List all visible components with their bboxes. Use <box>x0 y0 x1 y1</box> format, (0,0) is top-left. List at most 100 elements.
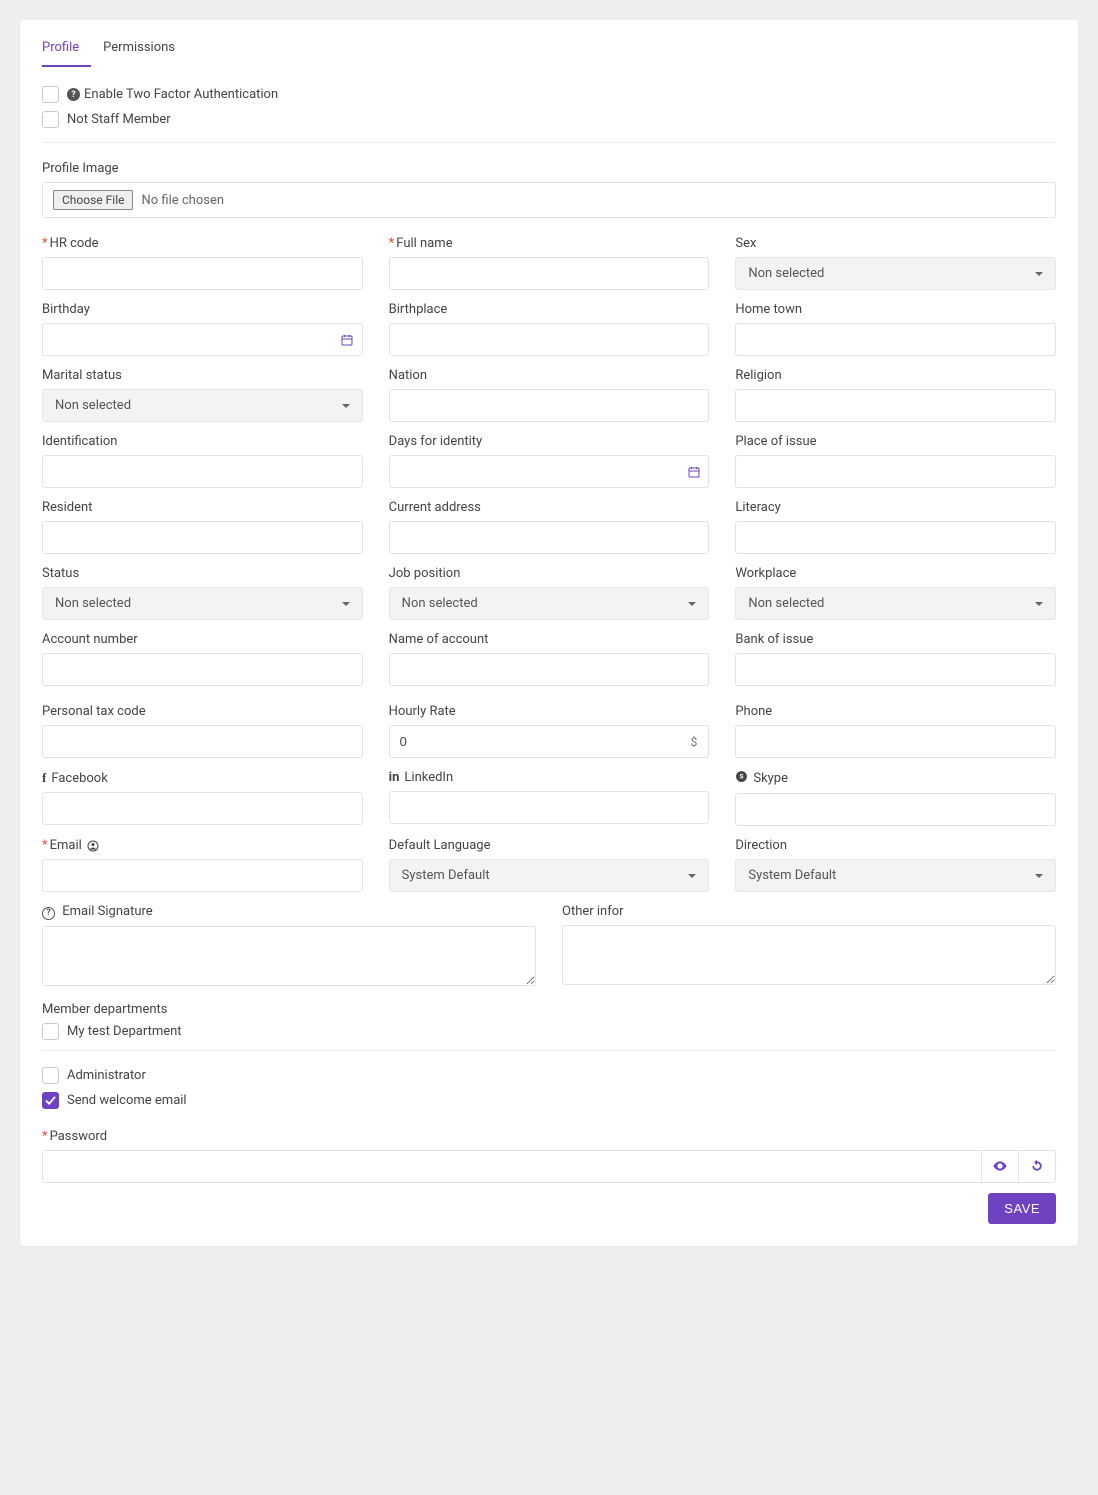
show-password-button[interactable] <box>982 1150 1019 1183</box>
place-issue-input[interactable] <box>735 455 1056 488</box>
not-staff-label: Not Staff Member <box>67 112 171 127</box>
twofa-checkbox[interactable] <box>42 86 59 103</box>
chevron-down-icon <box>1035 602 1043 606</box>
workplace-label: Workplace <box>735 566 1056 581</box>
chevron-down-icon <box>688 602 696 606</box>
workplace-select[interactable]: Non selected <box>735 587 1056 620</box>
place-issue-label: Place of issue <box>735 434 1056 449</box>
calendar-icon[interactable] <box>333 323 363 356</box>
hourly-rate-input[interactable] <box>389 725 680 758</box>
sex-select[interactable]: Non selected <box>735 257 1056 290</box>
currency-addon: $ <box>680 725 710 758</box>
skype-icon: S <box>735 770 748 787</box>
birthday-input[interactable] <box>42 323 333 356</box>
sex-label: Sex <box>735 236 1056 251</box>
tab-permissions[interactable]: Permissions <box>91 40 187 67</box>
help-icon: ? <box>67 88 80 101</box>
chevron-down-icon <box>1035 874 1043 878</box>
skype-input[interactable] <box>735 793 1056 826</box>
days-identity-input[interactable] <box>389 455 680 488</box>
twofa-label: Enable Two Factor Authentication <box>84 87 278 102</box>
department-label: My test Department <box>67 1024 182 1039</box>
refresh-icon <box>1030 1159 1044 1173</box>
job-position-select[interactable]: Non selected <box>389 587 710 620</box>
default-language-select[interactable]: System Default <box>389 859 710 892</box>
hr-code-label: *HR code <box>42 236 363 251</box>
tab-profile[interactable]: Profile <box>42 40 91 67</box>
not-staff-checkbox[interactable] <box>42 111 59 128</box>
literacy-input[interactable] <box>735 521 1056 554</box>
job-position-label: Job position <box>389 566 710 581</box>
divider <box>42 142 1056 143</box>
email-label: *Email <box>42 838 363 853</box>
eye-icon <box>992 1158 1008 1174</box>
divider <box>42 1050 1056 1051</box>
account-number-label: Account number <box>42 632 363 647</box>
welcome-email-label: Send welcome email <box>67 1093 187 1108</box>
administrator-checkbox[interactable] <box>42 1067 59 1084</box>
status-select[interactable]: Non selected <box>42 587 363 620</box>
password-input[interactable] <box>42 1150 982 1183</box>
member-departments-label: Member departments <box>42 1002 1056 1017</box>
identification-input[interactable] <box>42 455 363 488</box>
nation-label: Nation <box>389 368 710 383</box>
religion-input[interactable] <box>735 389 1056 422</box>
linkedin-icon: in <box>389 770 400 785</box>
account-name-input[interactable] <box>389 653 710 686</box>
full-name-input[interactable] <box>389 257 710 290</box>
resident-input[interactable] <box>42 521 363 554</box>
chevron-down-icon <box>342 602 350 606</box>
full-name-label: *Full name <box>389 236 710 251</box>
default-language-label: Default Language <box>389 838 710 853</box>
profile-panel: Profile Permissions ? Enable Two Factor … <box>20 20 1078 1246</box>
status-label: Status <box>42 566 363 581</box>
phone-input[interactable] <box>735 725 1056 758</box>
direction-select[interactable]: System Default <box>735 859 1056 892</box>
help-icon: ? <box>42 907 55 920</box>
nation-input[interactable] <box>389 389 710 422</box>
phone-label: Phone <box>735 704 1056 719</box>
home-town-label: Home town <box>735 302 1056 317</box>
birthplace-input[interactable] <box>389 323 710 356</box>
save-button[interactable]: SAVE <box>988 1193 1056 1224</box>
identification-label: Identification <box>42 434 363 449</box>
chevron-down-icon <box>688 874 696 878</box>
tabs: Profile Permissions <box>42 40 1056 68</box>
profile-image-input[interactable]: Choose File No file chosen <box>42 182 1056 218</box>
chevron-down-icon <box>342 404 350 408</box>
department-checkbox[interactable] <box>42 1023 59 1040</box>
email-signature-input[interactable] <box>42 926 536 986</box>
resident-label: Resident <box>42 500 363 515</box>
facebook-label: f Facebook <box>42 770 363 786</box>
chevron-down-icon <box>1035 272 1043 276</box>
profile-image-label: Profile Image <box>42 161 1056 176</box>
linkedin-input[interactable] <box>389 791 710 824</box>
calendar-icon[interactable] <box>680 455 710 488</box>
hr-code-input[interactable] <box>42 257 363 290</box>
birthplace-label: Birthplace <box>389 302 710 317</box>
facebook-icon: f <box>42 770 46 786</box>
tax-code-input[interactable] <box>42 725 363 758</box>
facebook-input[interactable] <box>42 792 363 825</box>
direction-label: Direction <box>735 838 1056 853</box>
choose-file-button[interactable]: Choose File <box>53 190 133 210</box>
religion-label: Religion <box>735 368 1056 383</box>
tax-code-label: Personal tax code <box>42 704 363 719</box>
regenerate-password-button[interactable] <box>1019 1150 1056 1183</box>
email-input[interactable] <box>42 859 363 892</box>
current-address-label: Current address <box>389 500 710 515</box>
administrator-label: Administrator <box>67 1068 146 1083</box>
password-label: *Password <box>42 1129 1056 1144</box>
home-town-input[interactable] <box>735 323 1056 356</box>
other-infor-input[interactable] <box>562 925 1056 985</box>
bank-issue-input[interactable] <box>735 653 1056 686</box>
marital-select[interactable]: Non selected <box>42 389 363 422</box>
account-number-input[interactable] <box>42 653 363 686</box>
current-address-input[interactable] <box>389 521 710 554</box>
svg-text:S: S <box>740 773 744 781</box>
skype-label: S Skype <box>735 770 1056 787</box>
hourly-rate-label: Hourly Rate <box>389 704 710 719</box>
email-signature-label: ? Email Signature <box>42 904 536 920</box>
birthday-label: Birthday <box>42 302 363 317</box>
welcome-email-checkbox[interactable] <box>42 1092 59 1109</box>
